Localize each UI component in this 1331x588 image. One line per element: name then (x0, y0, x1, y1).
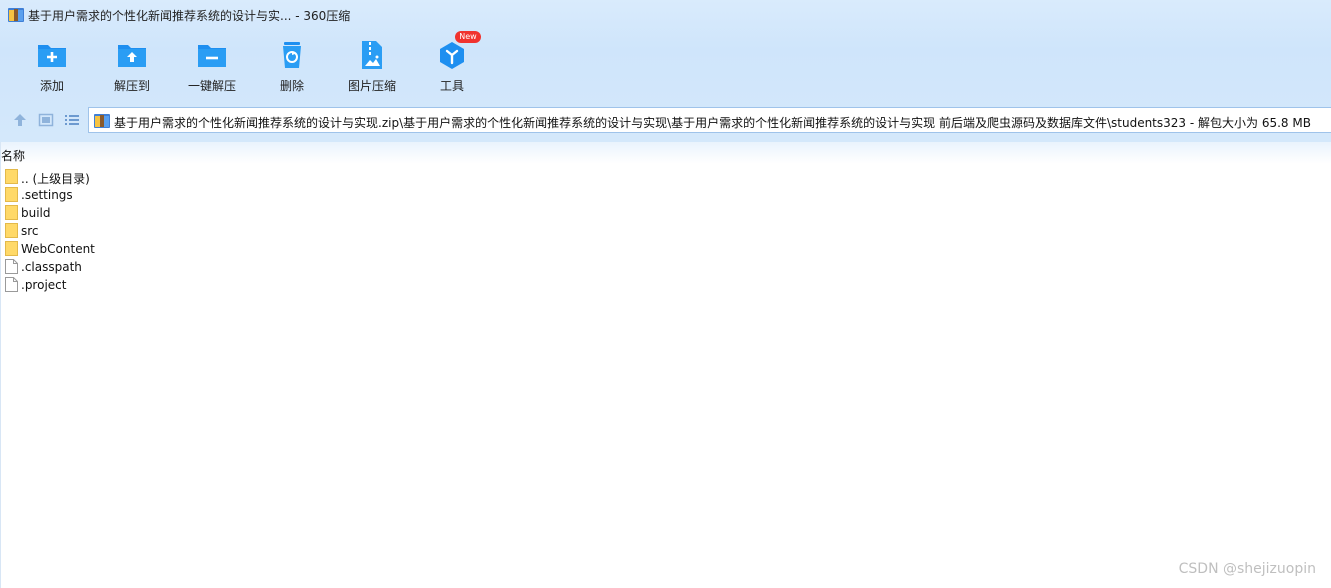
delete-button[interactable]: 删除 (252, 36, 332, 96)
watermark: CSDN @shejizuopin (1178, 561, 1316, 577)
image-compress-button-label: 图片压缩 (347, 79, 396, 93)
navigation-bar: 基于用户需求的个性化新闻推荐系统的设计与实现.zip\基于用户需求的个性化新闻推… (0, 106, 1331, 134)
recycle-bin-icon (283, 42, 301, 68)
list-item-name: .settings (21, 188, 73, 202)
tools-cube-icon (440, 42, 464, 69)
image-compress-button[interactable]: 图片压缩 (332, 36, 412, 96)
folder-icon (5, 169, 18, 184)
folder-icon (5, 241, 18, 256)
image-compress-icon (362, 41, 382, 69)
list-item[interactable]: .project (0, 276, 300, 294)
file-icon (5, 259, 18, 274)
one-click-extract-icon (198, 45, 226, 67)
new-badge: New (455, 31, 481, 43)
path-text: 基于用户需求的个性化新闻推荐系统的设计与实现.zip\基于用户需求的个性化新闻推… (114, 116, 1311, 130)
title-bar: 基于用户需求的个性化新闻推荐系统的设计与实... - 360压缩 (0, 0, 1331, 30)
archive-app-icon (8, 8, 24, 22)
tools-button-label: 工具 (439, 79, 464, 93)
delete-button-label: 删除 (279, 79, 304, 93)
list-item-name: .project (21, 278, 67, 292)
list-item[interactable]: .. (上级目录) (0, 168, 300, 186)
list-item-name: WebContent (21, 242, 95, 256)
list-item-name: .. (上级目录) (21, 172, 90, 186)
list-item[interactable]: .settings (0, 186, 300, 204)
extract-to-icon (118, 45, 146, 67)
file-icon (5, 277, 18, 292)
list-item[interactable]: WebContent (0, 240, 300, 258)
one-click-extract-button[interactable]: 一键解压 (172, 36, 252, 96)
one-click-extract-button-label: 一键解压 (187, 79, 236, 93)
path-bar[interactable]: 基于用户需求的个性化新闻推荐系统的设计与实现.zip\基于用户需求的个性化新闻推… (88, 107, 1331, 133)
list-item[interactable]: build (0, 204, 300, 222)
list-view-icon[interactable] (64, 112, 80, 128)
add-button[interactable]: 添加 (12, 36, 92, 96)
column-header-name[interactable]: 名称 (1, 147, 25, 164)
list-item[interactable]: src (0, 222, 300, 240)
list-item[interactable]: .classpath (0, 258, 300, 276)
folder-icon (5, 205, 18, 220)
folder-icon (5, 187, 18, 202)
extract-to-button[interactable]: 解压到 (92, 36, 172, 96)
app-window: 基于用户需求的个性化新闻推荐系统的设计与实... - 360压缩 添加 解压到 (0, 0, 1331, 588)
list-item-name: src (21, 224, 39, 238)
folder-icon (5, 223, 18, 238)
top-chrome: 基于用户需求的个性化新闻推荐系统的设计与实... - 360压缩 添加 解压到 (0, 0, 1331, 142)
archive-path-icon (94, 114, 110, 128)
left-border (0, 142, 1, 588)
list-item-name: build (21, 206, 51, 220)
list-header: 名称 (0, 142, 1331, 164)
add-folder-icon (38, 45, 66, 67)
list-item-name: .classpath (21, 260, 82, 274)
up-arrow-icon[interactable] (12, 112, 28, 128)
toolbar: 添加 解压到 一键解压 删除 图片压缩 工具 New (0, 31, 600, 98)
extract-to-button-label: 解压到 (113, 79, 150, 93)
window-title: 基于用户需求的个性化新闻推荐系统的设计与实... - 360压缩 (28, 9, 351, 23)
add-button-label: 添加 (39, 79, 64, 93)
thumbnail-view-icon[interactable] (38, 112, 54, 128)
tools-button[interactable]: 工具 (412, 36, 492, 96)
